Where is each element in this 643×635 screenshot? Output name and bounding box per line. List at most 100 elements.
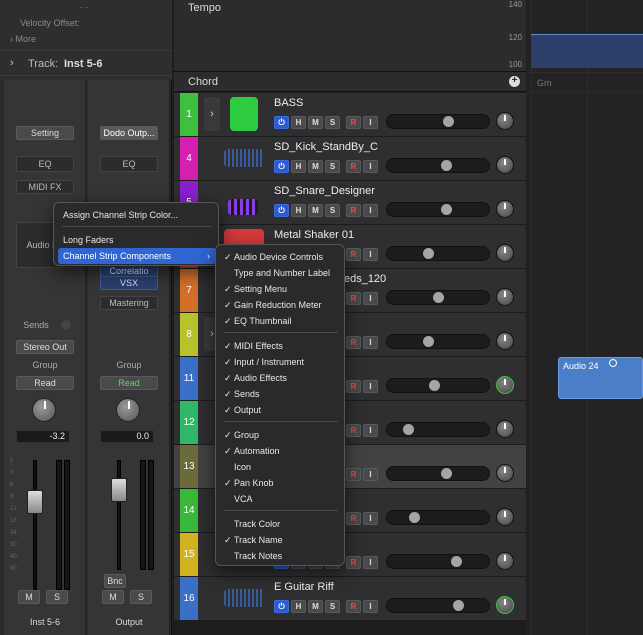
tempo-curve[interactable] — [531, 34, 643, 68]
volume-slider-thumb[interactable] — [453, 600, 464, 611]
submenu-item[interactable]: ✓ Track Name — [220, 532, 342, 548]
strip-name[interactable]: Output — [88, 617, 170, 627]
setting-button[interactable]: Dodo Outp... — [100, 126, 158, 140]
submenu-item[interactable]: ✓ Audio Device Controls — [220, 249, 342, 265]
submenu-item[interactable]: ✓ Input / Instrument — [220, 354, 342, 370]
volume-slider[interactable] — [386, 334, 490, 349]
plugin-slot-vsx[interactable]: VSX — [100, 276, 158, 290]
input-monitor-button[interactable]: I — [363, 248, 378, 261]
input-monitor-button[interactable]: I — [363, 380, 378, 393]
volume-slider-thumb[interactable] — [441, 204, 452, 215]
volume-slider-thumb[interactable] — [451, 556, 462, 567]
volume-value[interactable]: -3.2 — [16, 430, 70, 443]
plugin-slot-mastering[interactable]: Mastering — [100, 296, 158, 310]
mute-button[interactable]: M — [102, 590, 124, 604]
submenu-item[interactable]: VCA — [220, 491, 342, 507]
pan-knob[interactable] — [496, 376, 514, 394]
eq-thumbnail[interactable]: EQ — [16, 156, 74, 172]
submenu-item[interactable]: ✓ Automation — [220, 443, 342, 459]
input-monitor-button[interactable]: I — [363, 336, 378, 349]
audio-region[interactable]: Audio 24 — [558, 357, 643, 399]
volume-slider-thumb[interactable] — [441, 468, 452, 479]
track-name[interactable]: SD_Snare_Designer — [274, 185, 375, 197]
pan-knob[interactable] — [496, 156, 514, 174]
volume-fader-track[interactable] — [33, 460, 37, 590]
volume-slider-thumb[interactable] — [441, 160, 452, 171]
track-header[interactable]: 1 › BASS ⏻ H M S R I — [174, 93, 526, 137]
submenu-item[interactable]: ✓ EQ Thumbnail — [220, 313, 342, 329]
solo-button[interactable]: S — [46, 590, 68, 604]
input-monitor-button[interactable]: I — [363, 424, 378, 437]
input-monitor-button[interactable]: I — [363, 204, 378, 217]
sends-knob-icon[interactable] — [60, 319, 72, 331]
submenu-item[interactable]: ✓ MIDI Effects — [220, 338, 342, 354]
pan-knob[interactable] — [32, 398, 56, 422]
volume-slider[interactable] — [386, 290, 490, 305]
record-button[interactable]: R — [346, 292, 361, 305]
submenu-item[interactable]: ✓ Pan Knob — [220, 475, 342, 491]
submenu-item[interactable]: Icon — [220, 459, 342, 475]
group-slot[interactable]: Group — [100, 360, 158, 370]
volume-fader-cap[interactable] — [27, 490, 43, 514]
pan-knob[interactable] — [496, 288, 514, 306]
volume-fader-track[interactable] — [117, 460, 121, 570]
menu-item-long-faders[interactable]: Long Faders — [58, 232, 216, 248]
input-monitor-button[interactable]: I — [363, 292, 378, 305]
track-header[interactable]: 16 E Guitar Riff ⏻ H M S R I — [174, 577, 526, 621]
input-monitor-button[interactable]: I — [363, 116, 378, 129]
chord-track-header[interactable]: Chord + — [174, 72, 526, 92]
pan-knob[interactable] — [496, 464, 514, 482]
track-name[interactable]: SD_Kick_StandBy_C — [274, 141, 378, 153]
pan-knob[interactable] — [116, 398, 140, 422]
tempo-track-header[interactable]: Tempo 140 120 100 — [174, 0, 526, 72]
volume-slider[interactable] — [386, 378, 490, 393]
volume-slider-thumb[interactable] — [423, 336, 434, 347]
chord-region[interactable]: Gm — [537, 78, 552, 88]
pan-knob[interactable] — [496, 596, 514, 614]
track-name[interactable]: E Guitar Riff — [274, 581, 334, 593]
input-monitor-button[interactable]: I — [363, 468, 378, 481]
solo-button[interactable]: S — [325, 116, 340, 129]
submenu-item[interactable]: ✓ Setting Menu — [220, 281, 342, 297]
automation-mode-button[interactable]: Read — [100, 376, 158, 390]
record-button[interactable]: R — [346, 204, 361, 217]
volume-slider[interactable] — [386, 422, 490, 437]
track-icon[interactable] — [224, 589, 264, 607]
record-button[interactable]: R — [346, 336, 361, 349]
volume-fader-cap[interactable] — [111, 478, 127, 502]
input-monitor-button[interactable]: I — [363, 556, 378, 569]
record-button[interactable]: R — [346, 512, 361, 525]
volume-slider[interactable] — [386, 158, 490, 173]
pan-knob[interactable] — [496, 112, 514, 130]
record-button[interactable]: R — [346, 248, 361, 261]
volume-slider-thumb[interactable] — [443, 116, 454, 127]
track-icon[interactable] — [228, 199, 258, 215]
power-button[interactable]: ⏻ — [274, 204, 289, 217]
midi-fx-slot[interactable]: MIDI FX — [16, 180, 74, 194]
hide-button[interactable]: H — [291, 600, 306, 613]
hide-button[interactable]: H — [291, 116, 306, 129]
track-name[interactable]: BASS — [274, 97, 303, 109]
track-name[interactable]: Metal Shaker 01 — [274, 229, 354, 241]
menu-item-assign-color[interactable]: Assign Channel Strip Color... — [58, 207, 216, 223]
hide-button[interactable]: H — [291, 160, 306, 173]
record-button[interactable]: R — [346, 556, 361, 569]
record-button[interactable]: R — [346, 160, 361, 173]
input-monitor-button[interactable]: I — [363, 160, 378, 173]
menu-item-channel-strip-components[interactable]: Channel Strip Components › — [58, 248, 216, 264]
volume-slider[interactable] — [386, 246, 490, 261]
bounce-button[interactable]: Bnc — [104, 574, 126, 588]
power-button[interactable]: ⏻ — [274, 160, 289, 173]
submenu-item[interactable]: Track Notes — [220, 548, 342, 564]
automation-mode-button[interactable]: Read — [16, 376, 74, 390]
stack-disclosure-icon[interactable]: › — [204, 97, 220, 131]
submenu-item[interactable]: ✓ Sends — [220, 386, 342, 402]
submenu-item[interactable]: ✓ Gain Reduction Meter — [220, 297, 342, 313]
mute-button[interactable]: M — [308, 600, 323, 613]
pan-knob[interactable] — [496, 200, 514, 218]
solo-button[interactable]: S — [325, 600, 340, 613]
group-slot[interactable]: Group — [16, 360, 74, 370]
solo-button[interactable]: S — [325, 160, 340, 173]
mute-button[interactable]: M — [308, 160, 323, 173]
mute-button[interactable]: M — [308, 116, 323, 129]
